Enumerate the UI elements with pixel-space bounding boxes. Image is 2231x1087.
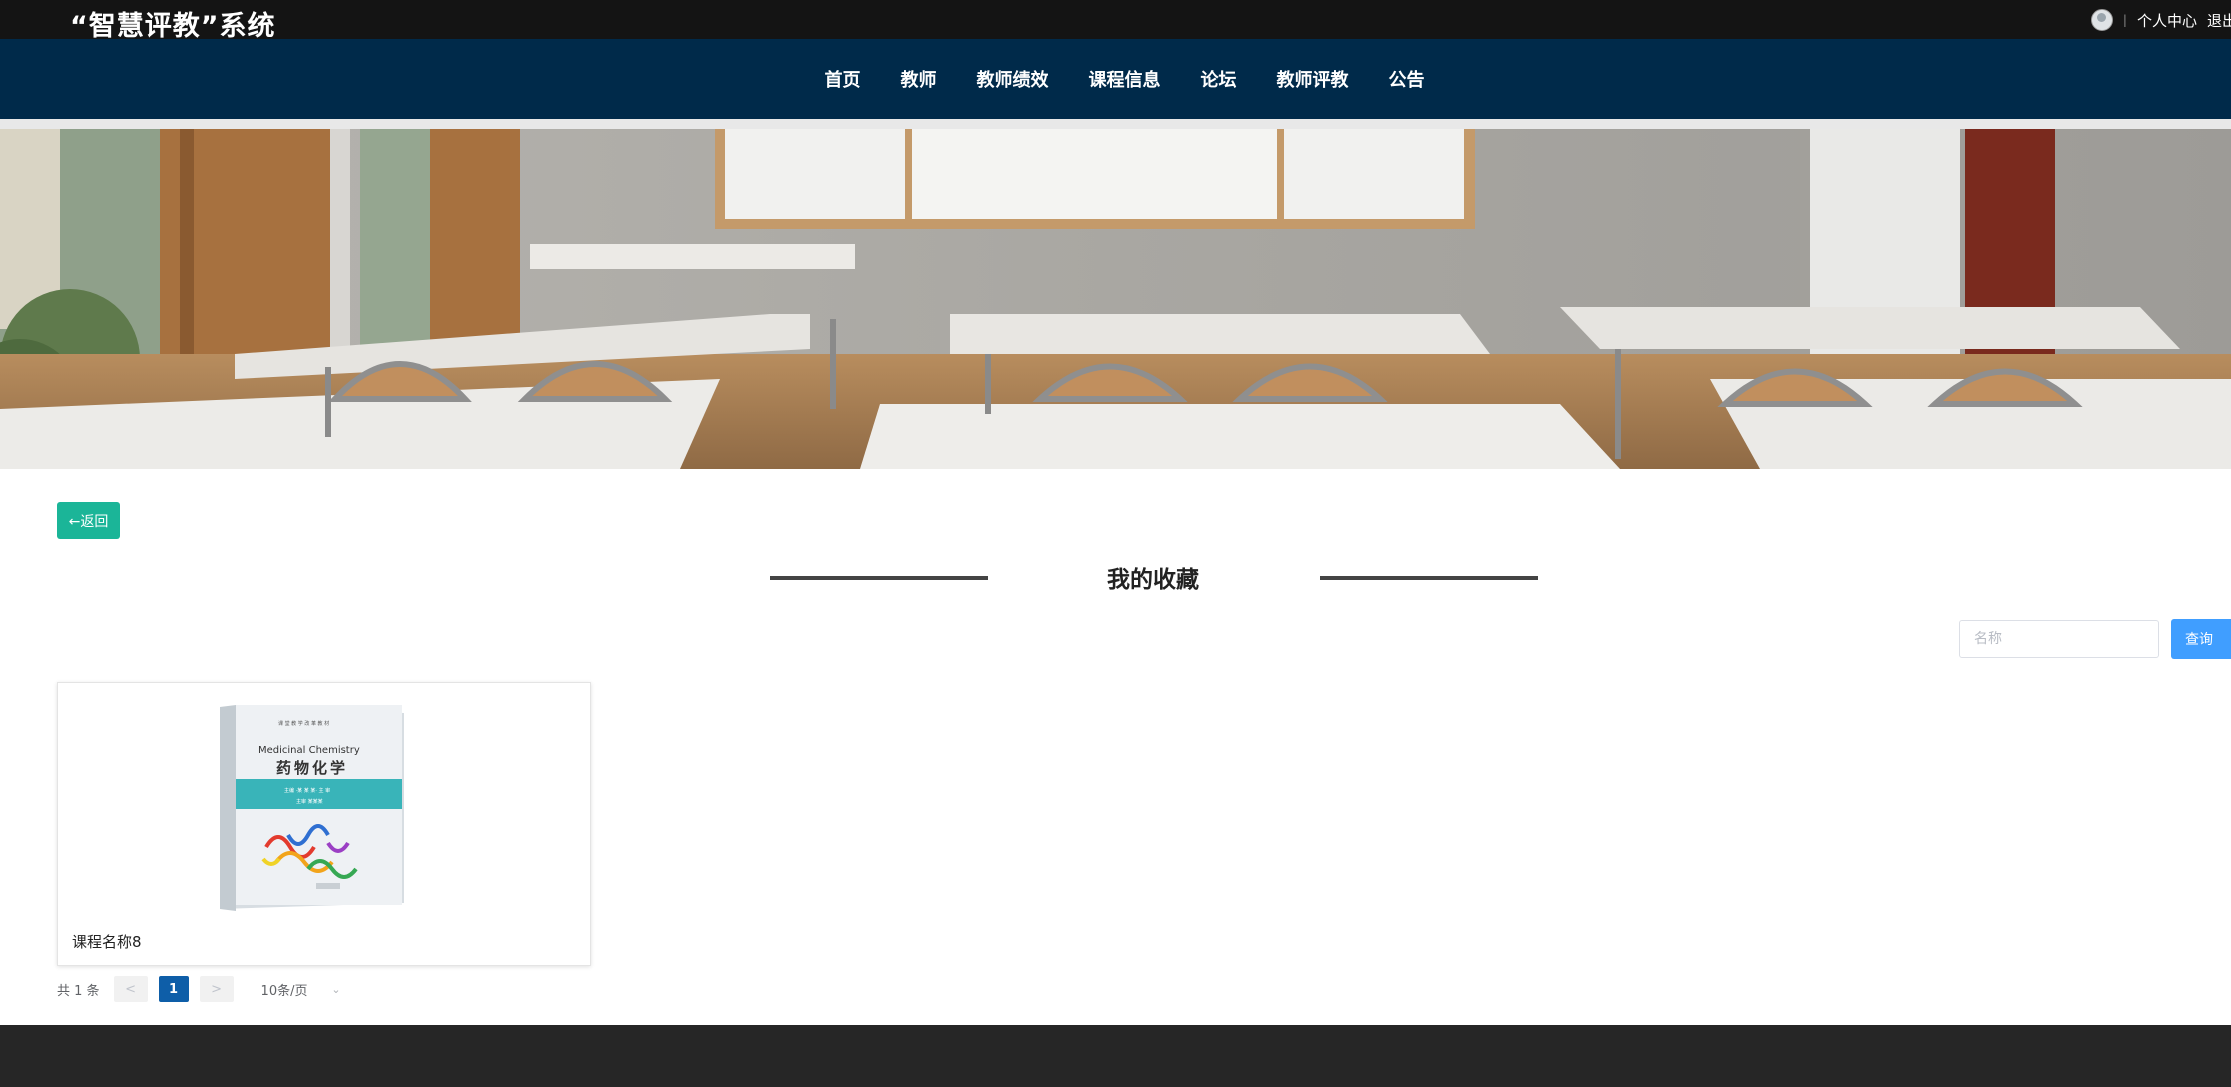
cover-editor: 主审 某某某 <box>296 798 323 805</box>
page-size-select[interactable]: 10条/页 ⌄ <box>261 976 341 1002</box>
cover-authors: 主编 ·某 某 某· 主 审 <box>284 787 330 794</box>
footer <box>0 1025 2231 1087</box>
avatar[interactable] <box>2090 9 2113 31</box>
nav-item-course-info[interactable]: 课程信息 <box>1089 66 1161 92</box>
title-divider-right <box>1320 576 1538 580</box>
classroom-banner-image <box>0 129 2231 469</box>
nav-divider <box>0 119 2231 129</box>
search-button[interactable]: 查询 <box>2171 619 2231 659</box>
separator: | <box>2122 13 2127 27</box>
logout-link[interactable]: 退出 <box>2207 10 2231 31</box>
site-title: “智慧评教”系统 <box>70 11 276 42</box>
nav-item-teacher-performance[interactable]: 教师绩效 <box>977 66 1049 92</box>
course-cover-image: 课 堂 教 学 改 革 教 材 Medicinal Chemistry 药物化学… <box>220 705 404 911</box>
chevron-down-icon: ⌄ <box>331 982 341 996</box>
top-bar: “智慧评教”系统 | 个人中心 退出 <box>0 0 2231 42</box>
prev-page-button[interactable]: < <box>113 976 148 1002</box>
cover-series: 课 堂 教 学 改 革 教 材 <box>278 720 329 727</box>
next-page-button[interactable]: > <box>199 976 234 1002</box>
pagination-total: 共 1 条 <box>57 983 100 999</box>
nav-item-teacher-evaluation[interactable]: 教师评教 <box>1277 66 1349 92</box>
user-area: | 个人中心 退出 <box>2090 6 2231 34</box>
pagination: 共 1 条 < 1 > 10条/页 ⌄ <box>57 976 341 1002</box>
banner-carousel[interactable] <box>0 129 2231 469</box>
page-size-label: 10条/页 <box>260 983 308 999</box>
nav-item-teachers[interactable]: 教师 <box>901 66 937 92</box>
favorite-card[interactable]: 课 堂 教 学 改 革 教 材 Medicinal Chemistry 药物化学… <box>57 682 591 966</box>
main-nav: 首页 教师 教师绩效 课程信息 论坛 教师评教 公告 <box>0 39 2231 119</box>
page-title: 我的收藏 <box>1107 567 1199 593</box>
search-input[interactable] <box>1959 620 2159 658</box>
page-number-1[interactable]: 1 <box>158 976 189 1002</box>
cover-title-en: Medicinal Chemistry <box>258 745 360 756</box>
nav-item-announcements[interactable]: 公告 <box>1389 66 1425 92</box>
profile-link[interactable]: 个人中心 <box>2137 10 2197 31</box>
back-button[interactable]: ←返回 <box>57 502 120 539</box>
cover-title-cn: 药物化学 <box>276 759 348 777</box>
nav-item-home[interactable]: 首页 <box>825 66 861 92</box>
title-divider-left <box>770 576 988 580</box>
nav-item-forum[interactable]: 论坛 <box>1201 66 1237 92</box>
course-name: 课程名称8 <box>72 933 142 951</box>
